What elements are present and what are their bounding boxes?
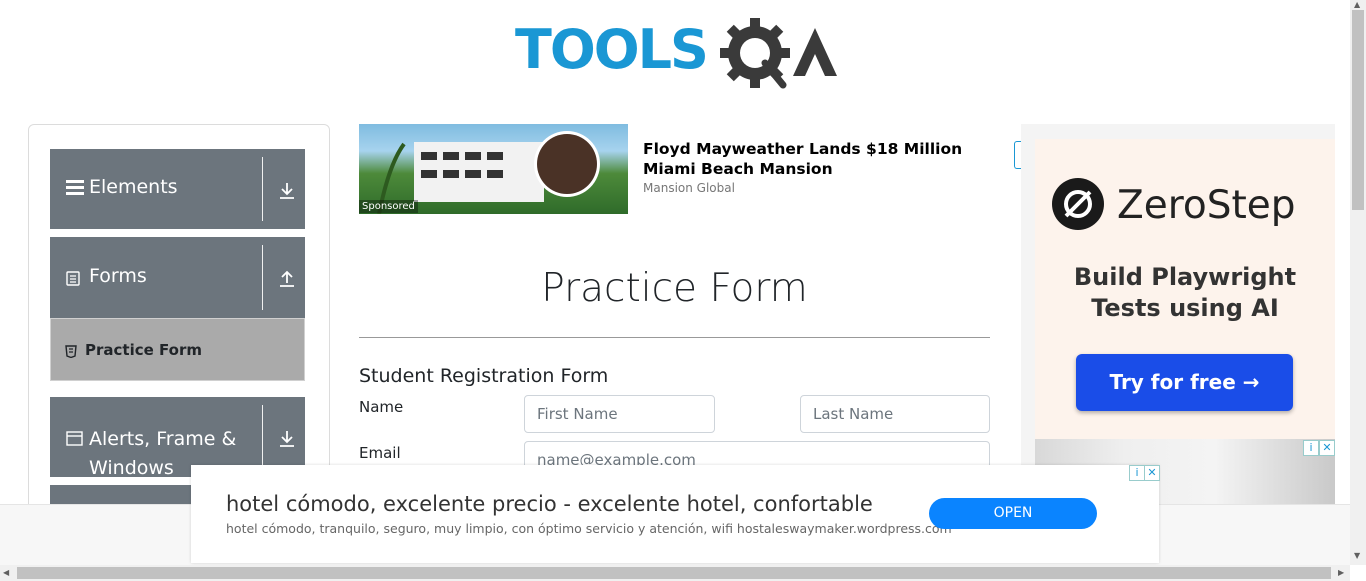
bottom-ad-title[interactable]: hotel cómodo, excelente precio - excelen… — [226, 492, 873, 516]
sidebar-group-label: Forms — [89, 265, 147, 287]
menu-icon — [66, 179, 84, 199]
download-arrow-icon[interactable] — [277, 181, 297, 201]
sidebar-item-label: Practice Form — [85, 341, 202, 359]
sidebar-group-elements[interactable]: Elements — [50, 149, 305, 229]
window-icon — [66, 431, 83, 450]
zerostep-tagline: Build Playwright Tests using AI — [1073, 263, 1297, 322]
logo-graphic: TOOLS — [515, 18, 837, 89]
divider — [359, 337, 990, 338]
ad-info-icon[interactable]: i — [1129, 465, 1145, 481]
first-name-input[interactable]: First Name — [524, 395, 715, 433]
vertical-scroll-thumb[interactable] — [1352, 10, 1364, 210]
scroll-down-icon[interactable]: ▼ — [1354, 551, 1360, 560]
zerostep-logo-icon — [1052, 178, 1104, 234]
last-name-input[interactable]: Last Name — [800, 395, 990, 433]
ad-info-icon[interactable]: i — [1303, 440, 1319, 456]
horizontal-scroll-thumb[interactable] — [17, 567, 1331, 579]
email-label: Email — [359, 444, 401, 462]
document-icon — [66, 271, 80, 290]
try-for-free-button[interactable]: Try for free → — [1076, 354, 1293, 411]
ad-close-icon[interactable]: ✕ — [1144, 465, 1160, 481]
sponsored-label: Sponsored — [359, 200, 418, 213]
html5-icon — [65, 343, 77, 362]
upload-arrow-icon[interactable] — [277, 269, 297, 289]
sidebar-group-label: Elements — [89, 176, 178, 198]
scroll-right-icon[interactable]: ▶ — [1338, 568, 1344, 577]
sidebar-group-forms[interactable]: Forms — [50, 237, 305, 318]
form-subtitle: Student Registration Form — [359, 365, 609, 387]
gear-icon — [720, 18, 790, 89]
sidebar-item-practice-form[interactable]: Practice Form — [50, 318, 305, 381]
ad-source[interactable]: Mansion Global — [643, 181, 735, 195]
name-label: Name — [359, 398, 404, 416]
bottom-ad-description: hotel cómodo, tranquilo, seguro, muy lim… — [226, 521, 952, 536]
svg-text:TOOLS: TOOLS — [515, 18, 707, 81]
scroll-left-icon[interactable]: ◀ — [3, 568, 9, 577]
ad-close-icon[interactable]: ✕ — [1319, 440, 1335, 456]
zerostep-brand: ZeroStep — [1117, 183, 1296, 228]
page-title: Practice Form — [541, 266, 808, 311]
ad-headline[interactable]: Floyd Mayweather Lands $18 Million Miami… — [643, 139, 988, 179]
toolsqa-logo[interactable]: TOOLS — [515, 16, 840, 91]
scroll-up-icon[interactable]: ▲ — [1354, 0, 1360, 9]
open-button[interactable]: OPEN — [929, 498, 1097, 529]
download-arrow-icon[interactable] — [277, 429, 297, 449]
